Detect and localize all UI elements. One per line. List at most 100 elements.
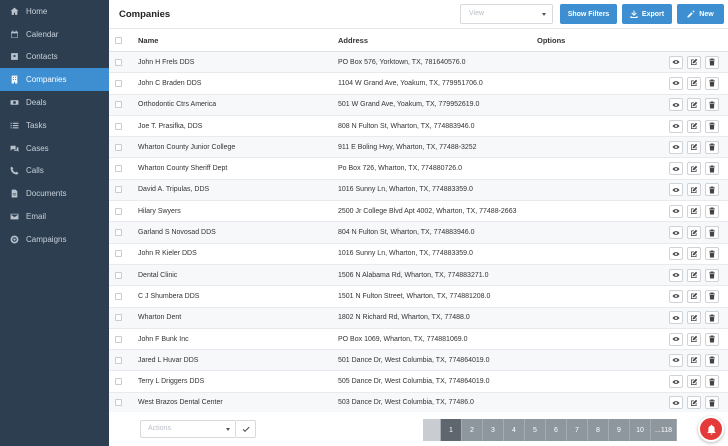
company-name[interactable]: David A. Tripulas, DDS: [138, 186, 209, 193]
pagination-page-button[interactable]: 2: [462, 419, 483, 441]
company-name[interactable]: Orthodontic Ctrs America: [138, 101, 216, 108]
edit-button[interactable]: [687, 247, 701, 261]
company-name[interactable]: Wharton County Junior College: [138, 144, 235, 151]
edit-button[interactable]: [687, 396, 701, 410]
company-name[interactable]: C J Shumbera DDS: [138, 293, 199, 300]
delete-button[interactable]: [705, 375, 719, 389]
row-checkbox[interactable]: [115, 122, 122, 130]
edit-button[interactable]: [687, 268, 701, 282]
row-checkbox[interactable]: [115, 378, 122, 386]
sidebar-item-calls[interactable]: Calls: [0, 160, 109, 183]
company-name[interactable]: Dental Clinic: [138, 272, 177, 279]
pagination-page-button[interactable]: 3: [483, 419, 504, 441]
company-name[interactable]: Terry L Driggers DDS: [138, 378, 204, 385]
sidebar-item-campaigns[interactable]: Campaigns: [0, 228, 109, 251]
edit-button[interactable]: [687, 183, 701, 197]
view-select[interactable]: View: [460, 4, 553, 24]
view-button[interactable]: [669, 311, 683, 325]
delete-button[interactable]: [705, 226, 719, 240]
delete-button[interactable]: [705, 76, 719, 90]
sidebar-item-tasks[interactable]: Tasks: [0, 114, 109, 137]
delete-button[interactable]: [705, 183, 719, 197]
row-checkbox[interactable]: [115, 143, 122, 151]
row-checkbox[interactable]: [115, 356, 122, 364]
sidebar-item-companies[interactable]: Companies: [0, 68, 116, 92]
sidebar-item-email[interactable]: Email: [0, 205, 109, 228]
pagination-page-button[interactable]: 9: [609, 419, 630, 441]
edit-button[interactable]: [687, 204, 701, 218]
view-button[interactable]: [669, 396, 683, 410]
company-name[interactable]: Garland S Novosad DDS: [138, 229, 216, 236]
delete-button[interactable]: [705, 289, 719, 303]
company-name[interactable]: Joe T. Prasifka, DDS: [138, 123, 202, 130]
row-checkbox[interactable]: [115, 165, 122, 173]
delete-button[interactable]: [705, 353, 719, 367]
row-checkbox[interactable]: [115, 292, 122, 300]
company-name[interactable]: John C Braden DDS: [138, 80, 201, 87]
column-header-name[interactable]: Name: [138, 36, 158, 45]
column-header-address[interactable]: Address: [338, 36, 368, 45]
delete-button[interactable]: [705, 55, 719, 69]
row-checkbox[interactable]: [115, 229, 122, 237]
sidebar-item-contacts[interactable]: Contacts: [0, 46, 109, 69]
edit-button[interactable]: [687, 55, 701, 69]
company-name[interactable]: John F Bunk Inc: [138, 336, 189, 343]
company-name[interactable]: Wharton Dent: [138, 314, 181, 321]
view-button[interactable]: [669, 332, 683, 346]
sidebar-item-cases[interactable]: Cases: [0, 137, 109, 160]
edit-button[interactable]: [687, 76, 701, 90]
edit-button[interactable]: [687, 332, 701, 346]
view-button[interactable]: [669, 55, 683, 69]
sidebar-item-home[interactable]: Home: [0, 0, 109, 23]
company-name[interactable]: Hilary Swyers: [138, 208, 181, 215]
pagination-page-button[interactable]: 5: [525, 419, 546, 441]
row-checkbox[interactable]: [115, 186, 122, 194]
sidebar-item-documents[interactable]: Documents: [0, 182, 109, 205]
row-checkbox[interactable]: [115, 271, 122, 279]
pagination-page-button[interactable]: 4: [504, 419, 525, 441]
sidebar-item-deals[interactable]: Deals: [0, 91, 109, 114]
view-button[interactable]: [669, 119, 683, 133]
pagination-page-button[interactable]: 8: [588, 419, 609, 441]
sidebar-item-calendar[interactable]: Calendar: [0, 23, 109, 46]
pagination-page-button[interactable]: 10: [630, 419, 651, 441]
view-button[interactable]: [669, 204, 683, 218]
select-all-checkbox[interactable]: [115, 36, 122, 44]
edit-button[interactable]: [687, 162, 701, 176]
edit-button[interactable]: [687, 353, 701, 367]
delete-button[interactable]: [705, 119, 719, 133]
delete-button[interactable]: [705, 332, 719, 346]
row-checkbox[interactable]: [115, 207, 122, 215]
bulk-actions-select[interactable]: Actions: [140, 420, 236, 438]
company-name[interactable]: Jared L Huvar DDS: [138, 357, 198, 364]
edit-button[interactable]: [687, 226, 701, 240]
delete-button[interactable]: [705, 140, 719, 154]
edit-button[interactable]: [687, 140, 701, 154]
view-button[interactable]: [669, 98, 683, 112]
edit-button[interactable]: [687, 289, 701, 303]
edit-button[interactable]: [687, 98, 701, 112]
pagination-page-button[interactable]: 6: [546, 419, 567, 441]
company-name[interactable]: West Brazos Dental Center: [138, 399, 223, 406]
view-button[interactable]: [669, 162, 683, 176]
view-button[interactable]: [669, 247, 683, 261]
delete-button[interactable]: [705, 311, 719, 325]
delete-button[interactable]: [705, 98, 719, 112]
delete-button[interactable]: [705, 162, 719, 176]
new-button[interactable]: New: [677, 4, 724, 24]
row-checkbox[interactable]: [115, 79, 122, 87]
row-checkbox[interactable]: [115, 314, 122, 322]
view-button[interactable]: [669, 375, 683, 389]
pagination-page-button[interactable]: 7: [567, 419, 588, 441]
row-checkbox[interactable]: [115, 399, 122, 407]
export-button[interactable]: Export: [622, 4, 672, 24]
delete-button[interactable]: [705, 247, 719, 261]
notification-bell-button[interactable]: [698, 416, 724, 442]
view-button[interactable]: [669, 353, 683, 367]
pagination-page-button[interactable]: 1: [441, 419, 462, 441]
pagination-prev-button[interactable]: [423, 419, 441, 441]
show-filters-button[interactable]: Show Filters: [560, 4, 617, 24]
row-checkbox[interactable]: [115, 335, 122, 343]
view-button[interactable]: [669, 76, 683, 90]
edit-button[interactable]: [687, 311, 701, 325]
